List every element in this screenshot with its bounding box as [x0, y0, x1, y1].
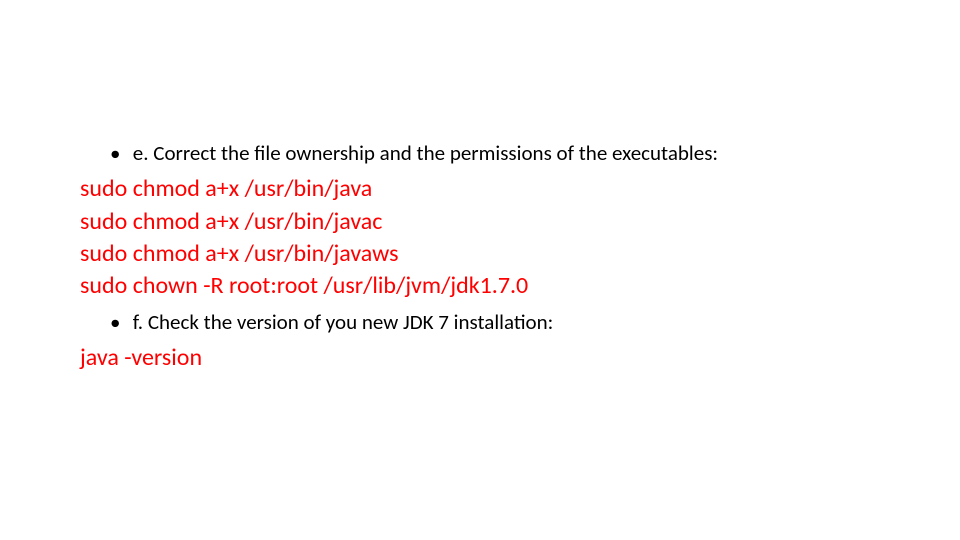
bullet-dot-icon: • [110, 309, 128, 336]
command-block-e: sudo chmod a+x /usr/bin/java sudo chmod … [80, 173, 900, 303]
bullet-f-text: f. Check the version of you new JDK 7 in… [133, 309, 554, 335]
bullet-item-e: • e. Correct the file ownership and the … [110, 140, 900, 167]
cmd-line: sudo chmod a+x /usr/bin/javaws [80, 238, 900, 270]
cmd-line: java -version [80, 342, 900, 374]
cmd-line: sudo chmod a+x /usr/bin/javac [80, 206, 900, 238]
command-block-f: java -version [80, 342, 900, 374]
bullet-e-text: e. Correct the file ownership and the pe… [133, 140, 718, 166]
slide: • e. Correct the file ownership and the … [0, 0, 960, 540]
bullet-item-f: • f. Check the version of you new JDK 7 … [110, 309, 900, 336]
cmd-line: sudo chmod a+x /usr/bin/java [80, 173, 900, 205]
cmd-line: sudo chown -R root:root /usr/lib/jvm/jdk… [80, 270, 900, 302]
bullet-dot-icon: • [110, 140, 128, 167]
